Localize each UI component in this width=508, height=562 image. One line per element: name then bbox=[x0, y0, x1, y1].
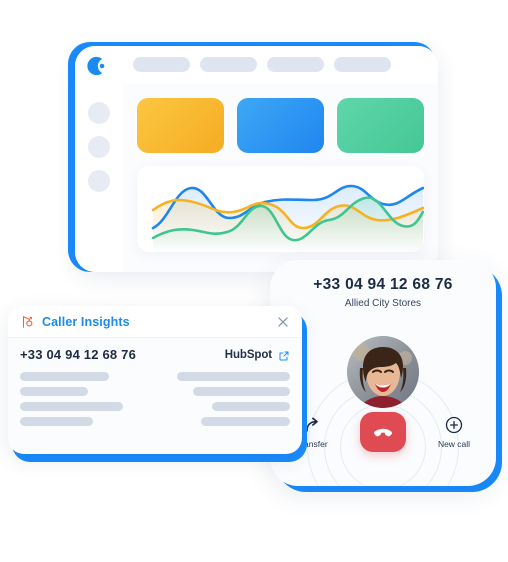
caller-insights-phone: +33 04 94 12 68 76 bbox=[20, 347, 137, 362]
stat-tile-green[interactable] bbox=[337, 98, 424, 153]
plus-circle-icon bbox=[444, 415, 464, 435]
hangup-phone-icon bbox=[374, 428, 392, 437]
close-icon[interactable] bbox=[276, 315, 290, 329]
sidebar-item-placeholder[interactable] bbox=[88, 170, 110, 192]
nav-pill[interactable] bbox=[334, 57, 391, 72]
skeleton-column-right bbox=[155, 372, 290, 426]
stat-tiles bbox=[137, 98, 424, 153]
hangup-button[interactable] bbox=[360, 412, 406, 452]
skeleton-column-left bbox=[20, 372, 155, 426]
hubspot-label: HubSpot bbox=[224, 348, 272, 361]
dashboard-window bbox=[75, 46, 438, 272]
new-call-button[interactable]: New call bbox=[428, 415, 480, 449]
skeleton-line bbox=[211, 402, 290, 411]
nav-pill[interactable] bbox=[267, 57, 324, 72]
nav-pill[interactable] bbox=[200, 57, 257, 72]
hubspot-sprocket-icon bbox=[20, 315, 34, 329]
caller-insights-card: Caller Insights +33 04 94 12 68 76 HubSp… bbox=[8, 306, 302, 454]
caller-insights-title: Caller Insights bbox=[42, 314, 130, 329]
call-company-name: Allied City Stores bbox=[344, 298, 422, 309]
sidebar-item-placeholder[interactable] bbox=[88, 102, 110, 124]
skeleton-line bbox=[20, 372, 110, 381]
skeleton-line bbox=[192, 387, 290, 396]
illustration-stage: +33 04 94 12 68 76 Allied City Stores Tr… bbox=[0, 0, 508, 562]
analytics-chart-panel bbox=[137, 166, 424, 252]
nav-pill[interactable] bbox=[133, 57, 190, 72]
external-link-icon bbox=[278, 349, 290, 361]
dashboard-sidebar bbox=[75, 84, 124, 272]
dashboard-nav-pills bbox=[133, 57, 391, 72]
caller-insights-header: Caller Insights bbox=[8, 306, 302, 338]
aircall-logo-icon bbox=[87, 55, 109, 77]
analytics-line-chart bbox=[151, 184, 424, 252]
skeleton-line bbox=[176, 372, 290, 381]
caller-insights-skeleton bbox=[8, 364, 302, 426]
stat-tile-amber[interactable] bbox=[137, 98, 224, 153]
skeleton-line bbox=[200, 417, 290, 426]
dashboard-content bbox=[123, 84, 438, 272]
call-phone-number: +33 04 94 12 68 76 bbox=[313, 276, 453, 293]
dashboard-topbar bbox=[75, 46, 438, 85]
skeleton-line bbox=[20, 402, 123, 411]
hubspot-link[interactable]: HubSpot bbox=[225, 349, 290, 361]
new-call-label: New call bbox=[437, 439, 471, 449]
caller-avatar bbox=[347, 336, 419, 408]
sidebar-item-placeholder[interactable] bbox=[88, 136, 110, 158]
skeleton-line bbox=[20, 417, 93, 426]
stat-tile-blue[interactable] bbox=[237, 98, 324, 153]
skeleton-line bbox=[20, 387, 88, 396]
caller-insights-subheader: +33 04 94 12 68 76 HubSpot bbox=[8, 338, 302, 364]
